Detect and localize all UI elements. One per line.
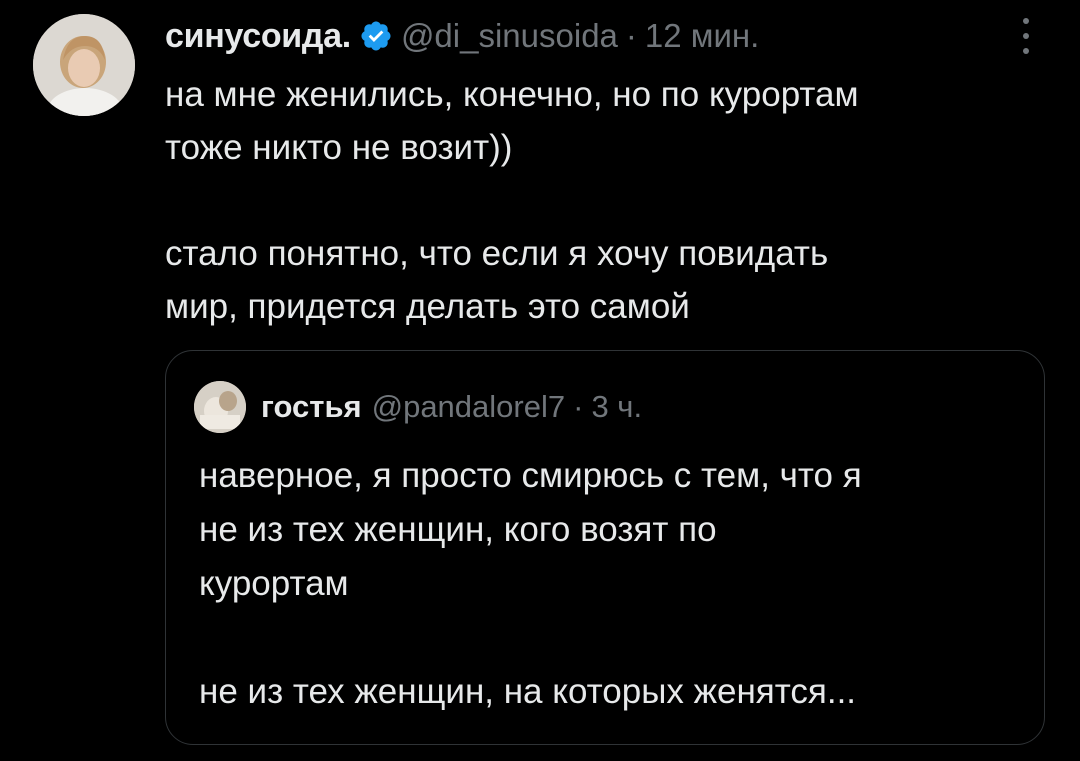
- author-handle[interactable]: @di_sinusoida: [401, 17, 618, 55]
- quote-text-line: не из тех женщин, на которых женятся...: [199, 672, 857, 711]
- tweet[interactable]: синусоида. @di_sinusoida · 12 мин. на мн…: [0, 0, 1080, 761]
- quote-author-name[interactable]: гостья: [261, 389, 362, 425]
- quote-text-line: курортам: [199, 564, 349, 603]
- more-vertical-icon[interactable]: [1016, 18, 1036, 54]
- quote-header: гостья @pandalorel7 · 3 ч.: [261, 385, 642, 429]
- quote-author-avatar[interactable]: [194, 381, 246, 433]
- author-name[interactable]: синусоида.: [165, 17, 351, 56]
- quote-text-line: наверное, я просто смирюсь с тем, что я: [199, 456, 862, 495]
- tweet-text-line: на мне женились, конечно, но по курортам: [165, 75, 859, 114]
- tweet-text-line: стало понятно, что если я хочу повидать: [165, 234, 829, 273]
- tweet-text-line: тоже никто не возит)): [165, 128, 513, 167]
- verified-badge-icon: [359, 19, 393, 53]
- tweet-header: синусоида. @di_sinusoida · 12 мин.: [165, 14, 759, 58]
- separator-dot: ·: [625, 17, 637, 54]
- quote-author-handle[interactable]: @pandalorel7: [372, 389, 566, 425]
- author-avatar[interactable]: [33, 14, 135, 116]
- tweet-time[interactable]: 12 мин.: [645, 17, 759, 55]
- quote-time[interactable]: 3 ч.: [591, 389, 642, 425]
- quote-text-line: не из тех женщин, кого возят по: [199, 510, 717, 549]
- tweet-text-line: мир, придется делать это самой: [165, 287, 690, 326]
- quote-text: наверное, я просто смирюсь с тем, что я …: [199, 449, 1019, 719]
- tweet-text: на мне женились, конечно, но по курортам…: [165, 68, 1025, 333]
- quoted-tweet[interactable]: гостья @pandalorel7 · 3 ч. наверное, я п…: [165, 350, 1045, 745]
- separator-dot: ·: [573, 389, 584, 424]
